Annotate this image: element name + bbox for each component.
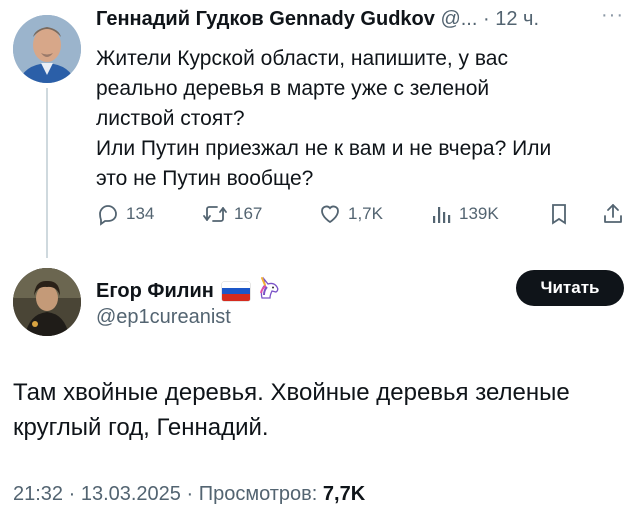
parent-author-handle[interactable]: @... (440, 8, 477, 30)
reply-author-avatar[interactable] (13, 268, 81, 336)
parent-text-line: это не Путин вообще? (96, 167, 314, 190)
reply-views-count: 7,7K (322, 483, 366, 505)
bookmark-icon (552, 204, 566, 225)
reply-author-handle[interactable]: @ep1cureanist (96, 306, 231, 329)
reply-author-name[interactable]: Егор Филин (96, 280, 214, 303)
parent-text-line: Или Путин приезжал не к вам и не вчера? … (96, 137, 552, 160)
parent-text-line: реально деревья в марте уже с зеленой (96, 77, 490, 100)
parent-tweet-header: Геннадий Гудков Gennady Gudkov @... · 12… (96, 8, 539, 31)
reply-icon (99, 205, 117, 226)
repost-count: 167 (234, 204, 263, 223)
reply-tweet-text: Там хвойные деревья. Хвойные деревья зел… (13, 375, 628, 445)
parent-text-line: листвой стоят? (96, 107, 245, 130)
reply-text-line: Там хвойные деревья. Хвойные деревья зел… (13, 379, 570, 406)
parent-author-avatar[interactable] (13, 15, 81, 83)
repost-button[interactable]: 167 (202, 202, 262, 226)
parent-action-bar: 134 167 1,7K 139K (96, 202, 626, 232)
like-count: 1,7K (348, 204, 383, 223)
share-button[interactable] (601, 202, 625, 226)
flag-ru-icon (221, 281, 250, 301)
reply-timestamp[interactable]: 21:32 · 13.03.2025 · Просмотров: (13, 483, 323, 505)
parent-time[interactable]: 12 ч. (495, 8, 539, 30)
parent-tweet-text: Жители Курской области, напишите, у вас … (96, 44, 616, 194)
reply-count: 134 (126, 204, 155, 223)
more-icon[interactable]: ··· (601, 4, 624, 27)
header-separator: · (482, 8, 490, 30)
like-icon (321, 205, 339, 224)
reply-meta-line: 21:32 · 13.03.2025 · Просмотров: 7,7K (13, 483, 365, 506)
reply-button[interactable]: 134 (96, 202, 154, 226)
views-count: 139K (459, 204, 499, 223)
bookmark-button[interactable] (548, 202, 570, 226)
unicorn-icon (256, 276, 282, 306)
share-icon (604, 204, 622, 223)
parent-author-name[interactable]: Геннадий Гудков Gennady Gudkov (96, 8, 435, 30)
like-button[interactable]: 1,7K (318, 202, 383, 226)
follow-button[interactable]: Читать (516, 270, 624, 306)
thread-connector-line (46, 88, 48, 258)
reply-text-line: круглый год, Геннадий. (13, 414, 269, 441)
views-icon (433, 207, 451, 223)
parent-text-line: Жители Курской области, напишите, у вас (96, 47, 508, 70)
views-button[interactable]: 139K (431, 202, 499, 226)
reply-author-header: Егор Филин (96, 276, 282, 306)
repost-icon (203, 206, 227, 222)
